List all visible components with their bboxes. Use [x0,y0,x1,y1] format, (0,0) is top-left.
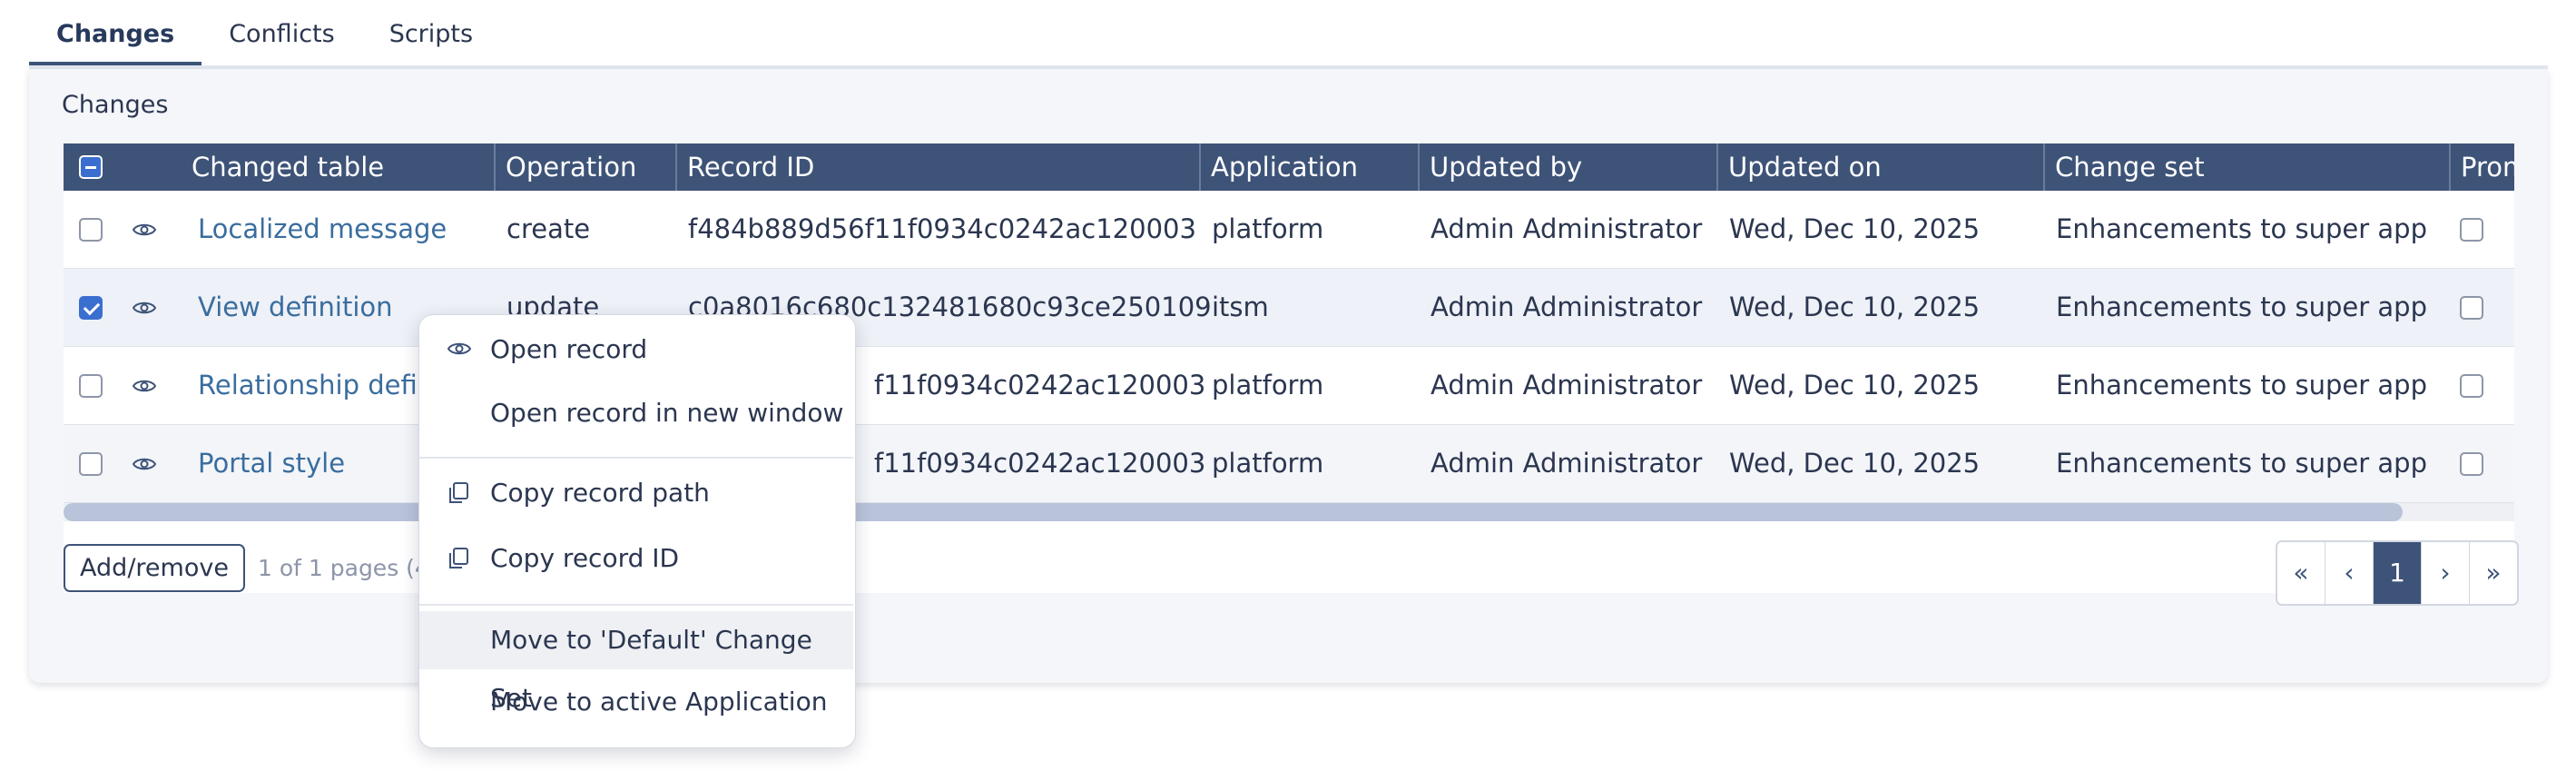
updated-by-cell: Admin Administrator [1431,213,1703,244]
pages-info: 1 of 1 pages (4 i [258,555,443,581]
eye-icon[interactable] [133,378,156,394]
updated-on-cell: Wed, Dec 10, 2025 [1729,448,1981,479]
row-checkbox[interactable] [79,296,103,320]
menu-open-record[interactable]: Open record [419,321,853,379]
column-operation[interactable]: Operation [494,143,636,191]
menu-copy-record-id[interactable]: Copy record ID [419,529,853,588]
changed-table-link[interactable]: View definition [198,269,393,346]
menu-label: Open record [490,334,648,364]
application-cell: platform [1212,448,1324,479]
eye-icon[interactable] [133,300,156,316]
tab-bar: Changes Conflicts Scripts [29,0,500,71]
menu-move-default-change-set[interactable]: Move to 'Default' Change Set [419,611,853,713]
copy-icon [449,548,468,568]
changes-card: Changes Changed table Operation Record I… [29,69,2548,683]
menu-label: Copy record ID [490,543,680,573]
column-updated-by[interactable]: Updated by [1418,143,1582,191]
next-page-button[interactable]: › [2422,542,2470,604]
application-cell: platform [1212,370,1324,400]
column-changed-table[interactable]: Changed table [182,143,384,191]
first-page-button[interactable]: « [2277,542,2325,604]
prev-page-button[interactable]: ‹ [2325,542,2374,604]
copy-icon [449,482,468,503]
application-cell: platform [1212,213,1324,244]
scrollbar-thumb[interactable] [64,503,2403,521]
card-title: Changes [62,91,169,119]
menu-move-active-application[interactable]: Move to active Application [419,673,853,731]
add-remove-button[interactable]: Add/remove [64,544,245,592]
updated-on-cell: Wed, Dec 10, 2025 [1729,370,1981,400]
column-record-id[interactable]: Record ID [675,143,814,191]
row-checkbox[interactable] [79,374,103,398]
record-id-cell: f484b889d56f11f0934c0242ac120003 [688,213,1196,244]
column-application[interactable]: Application [1199,143,1358,191]
changed-table-link[interactable]: Localized message [198,191,447,268]
record-id-cell: f11f0934c0242ac120003 [874,370,1206,400]
context-menu: Open record Open record in new window Co… [418,314,856,748]
eye-icon[interactable] [133,222,156,238]
page-1-button[interactable]: 1 [2374,542,2422,604]
menu-label: Copy record path [490,478,710,508]
promote-checkbox[interactable] [2460,452,2483,476]
tab-scripts[interactable]: Scripts [362,0,500,67]
application-cell: itsm [1212,292,1269,322]
column-prom[interactable]: Prom [2449,143,2514,191]
change-set-cell: Enhancements to super app [2056,448,2427,479]
promote-checkbox[interactable] [2460,218,2483,242]
updated-on-cell: Wed, Dec 10, 2025 [1729,213,1981,244]
menu-open-new-window[interactable]: Open record in new window [419,384,853,442]
table-row[interactable]: Localized message create f484b889d56f11f… [64,191,2514,269]
promote-checkbox[interactable] [2460,296,2483,320]
column-updated-on[interactable]: Updated on [1716,143,1882,191]
row-checkbox[interactable] [79,452,103,476]
menu-copy-record-path[interactable]: Copy record path [419,464,853,522]
record-id-cell: f11f0934c0242ac120003 [874,448,1206,479]
operation-cell: create [506,213,591,244]
changed-table-link[interactable]: Relationship defini [198,347,441,424]
change-set-cell: Enhancements to super app [2056,213,2427,244]
updated-by-cell: Admin Administrator [1431,292,1703,322]
eye-icon[interactable] [133,456,156,472]
table-header: Changed table Operation Record ID Applic… [64,143,2514,191]
change-set-cell: Enhancements to super app [2056,370,2427,400]
tab-conflicts[interactable]: Conflicts [202,0,362,67]
change-set-cell: Enhancements to super app [2056,292,2427,322]
column-change-set[interactable]: Change set [2043,143,2205,191]
promote-checkbox[interactable] [2460,374,2483,398]
menu-divider [419,457,853,459]
menu-divider [419,604,853,606]
eye-icon [447,342,471,355]
updated-on-cell: Wed, Dec 10, 2025 [1729,292,1981,322]
select-all-checkbox[interactable] [79,155,103,179]
menu-label: Move to active Application [490,687,828,717]
tab-changes[interactable]: Changes [29,0,202,67]
updated-by-cell: Admin Administrator [1431,370,1703,400]
changed-table-link[interactable]: Portal style [198,425,345,502]
menu-label: Open record in new window [490,398,844,428]
row-checkbox[interactable] [79,218,103,242]
updated-by-cell: Admin Administrator [1431,448,1703,479]
last-page-button[interactable]: » [2470,542,2517,604]
pagination: « ‹ 1 › » [2276,540,2519,606]
